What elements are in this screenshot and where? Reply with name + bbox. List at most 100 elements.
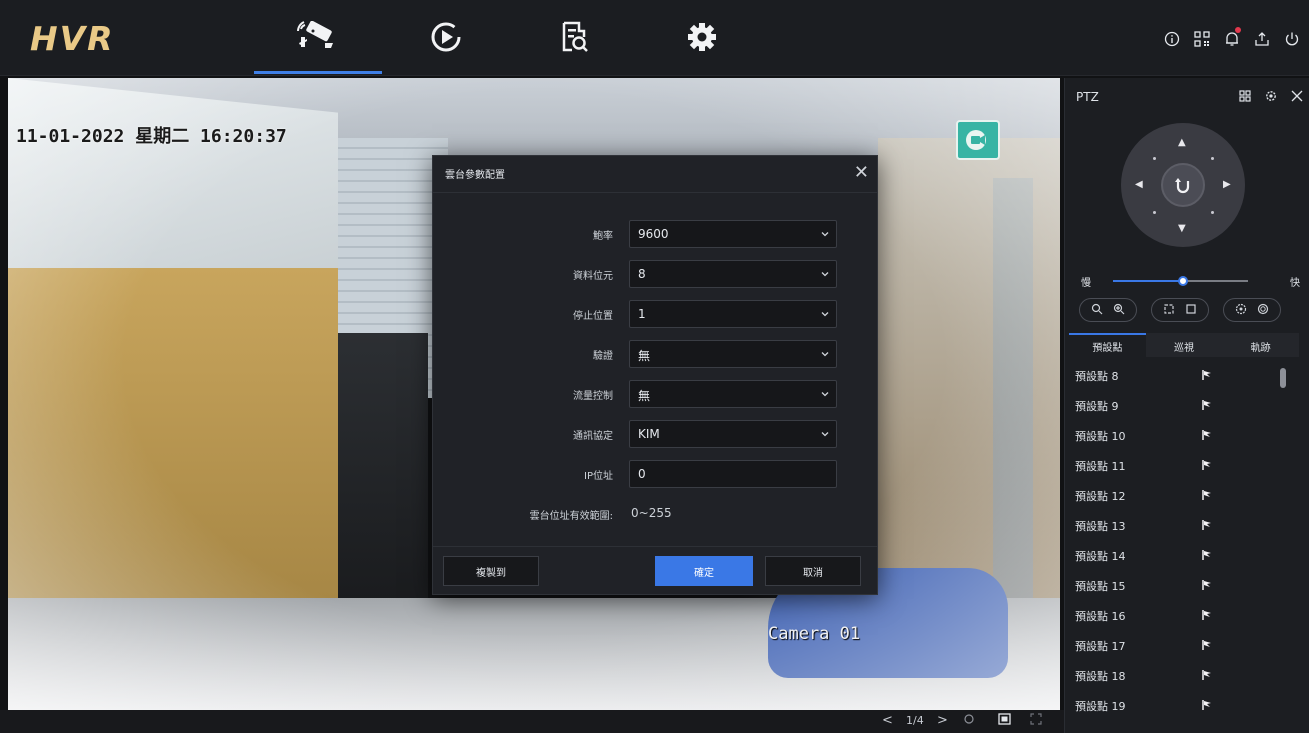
preset-scrollbar[interactable]	[1280, 368, 1286, 388]
ptz-tabs: 預設點 巡視 軌跡	[1069, 333, 1299, 357]
flag-icon[interactable]	[1201, 579, 1213, 591]
up-arrow-icon[interactable]: ▲	[1178, 137, 1186, 148]
flag-icon[interactable]	[1201, 639, 1213, 651]
list-item[interactable]: 預設點 19	[1069, 690, 1279, 720]
chevron-down-icon	[821, 352, 829, 357]
power-icon[interactable]	[1281, 28, 1303, 50]
field-label: 資料位元	[573, 271, 613, 282]
flag-icon[interactable]	[1201, 699, 1213, 711]
field-label: 鮑率	[593, 231, 613, 242]
form-row-range: 雲台位址有效範圍: 0~255	[433, 500, 877, 528]
flag-icon[interactable]	[1201, 399, 1213, 411]
cancel-button[interactable]: 取消	[765, 556, 861, 586]
next-page-icon[interactable]: >	[937, 713, 948, 728]
export-icon[interactable]	[1251, 28, 1273, 50]
preset-label: 預設點 17	[1075, 640, 1126, 653]
parity-select[interactable]: 無	[629, 340, 837, 368]
auto-scan-button[interactable]	[1161, 163, 1205, 207]
flag-icon[interactable]	[1201, 459, 1213, 471]
speed-slow-label: 慢	[1081, 278, 1091, 289]
field-label: 流量控制	[573, 391, 613, 402]
fullscreen-icon[interactable]	[1030, 713, 1042, 729]
up-right-button[interactable]	[1211, 157, 1214, 160]
preset-label: 預設點 12	[1075, 490, 1126, 503]
preset-label: 預設點 10	[1075, 430, 1126, 443]
flag-icon[interactable]	[1201, 549, 1213, 561]
osd-camera-label: Camera 01	[768, 624, 861, 644]
flag-icon[interactable]	[1201, 669, 1213, 681]
list-item[interactable]: 預設點 10	[1069, 420, 1279, 450]
ptz-settings-icon[interactable]	[1265, 90, 1277, 102]
flag-icon[interactable]	[1201, 369, 1213, 381]
tab-pattern[interactable]: 軌跡	[1222, 333, 1299, 357]
list-item[interactable]: 預設點 12	[1069, 480, 1279, 510]
focus-far-icon[interactable]	[1185, 303, 1197, 318]
copy-to-button[interactable]: 複製到	[443, 556, 539, 586]
loop-icon[interactable]	[963, 713, 975, 729]
field-value: 0	[638, 467, 646, 481]
protocol-select[interactable]: KIM	[629, 420, 837, 448]
preset-list: 預設點 8 預設點 9 預設點 10 預設點 11 預設點 12 預設點 13 …	[1069, 360, 1295, 730]
speed-slider[interactable]	[1113, 276, 1248, 286]
speed-slider-row: 慢 快	[1079, 274, 1300, 289]
data-bits-select[interactable]: 8	[629, 260, 837, 288]
tab-patrol[interactable]: 巡視	[1146, 333, 1223, 357]
down-left-button[interactable]	[1153, 211, 1156, 214]
tab-presets[interactable]: 預設點	[1069, 333, 1146, 357]
flow-control-select[interactable]: 無	[629, 380, 837, 408]
stop-bit-select[interactable]: 1	[629, 300, 837, 328]
list-item[interactable]: 預設點 18	[1069, 660, 1279, 690]
down-arrow-icon[interactable]: ▼	[1178, 223, 1186, 234]
tab-live-view[interactable]	[254, 0, 382, 74]
flag-icon[interactable]	[1201, 489, 1213, 501]
iris-pill	[1223, 298, 1281, 322]
right-arrow-icon[interactable]: ▶	[1223, 179, 1231, 190]
zoom-in-icon[interactable]	[1113, 303, 1125, 318]
preset-label: 預設點 13	[1075, 520, 1126, 533]
bell-icon[interactable]	[1221, 27, 1243, 50]
speed-fast-label: 快	[1290, 278, 1300, 289]
close-icon[interactable]: ✕	[854, 162, 869, 183]
speed-slider-handle[interactable]	[1178, 276, 1189, 286]
tab-settings[interactable]	[638, 0, 766, 74]
baud-rate-select[interactable]: 9600	[629, 220, 837, 248]
address-input[interactable]: 0	[629, 460, 837, 488]
up-left-button[interactable]	[1153, 157, 1156, 160]
close-icon[interactable]	[1291, 90, 1303, 102]
flag-icon[interactable]	[1201, 429, 1213, 441]
top-bar: HVR	[0, 0, 1309, 76]
flag-icon[interactable]	[1201, 609, 1213, 621]
list-item[interactable]: 預設點 17	[1069, 630, 1279, 660]
left-arrow-icon[interactable]: ◀	[1135, 179, 1143, 190]
tab-playback[interactable]	[382, 0, 510, 74]
list-item[interactable]: 預設點 15	[1069, 570, 1279, 600]
field-value: KIM	[638, 427, 660, 441]
grid-icon[interactable]	[1239, 90, 1251, 102]
focus-near-icon[interactable]	[1163, 303, 1175, 318]
ok-button[interactable]: 確定	[655, 556, 753, 586]
qr-icon[interactable]	[1191, 28, 1213, 50]
prev-page-icon[interactable]: <	[882, 713, 893, 728]
layout-icon[interactable]	[998, 713, 1011, 729]
camera-icon	[297, 20, 333, 48]
list-item[interactable]: 預設點 9	[1069, 390, 1279, 420]
preset-label: 預設點 18	[1075, 670, 1126, 683]
info-icon[interactable]	[1161, 28, 1183, 50]
down-right-button[interactable]	[1211, 211, 1214, 214]
field-label: IP位址	[584, 471, 613, 482]
field-label: 停止位置	[573, 311, 613, 322]
zoom-out-icon[interactable]	[1091, 303, 1103, 318]
list-item[interactable]: 預設點 14	[1069, 540, 1279, 570]
list-item[interactable]: 預設點 13	[1069, 510, 1279, 540]
field-value: 無	[638, 349, 651, 363]
iris-close-icon[interactable]	[1235, 303, 1247, 318]
iris-open-icon[interactable]	[1257, 303, 1269, 318]
list-item[interactable]: 預設點 8	[1069, 360, 1279, 390]
flag-icon[interactable]	[1201, 519, 1213, 531]
preset-label: 預設點 19	[1075, 700, 1126, 713]
list-item[interactable]: 預設點 11	[1069, 450, 1279, 480]
list-item[interactable]: 預設點 16	[1069, 600, 1279, 630]
tab-search[interactable]	[510, 0, 638, 74]
ptz-direction-pad: ▲ ▼ ◀ ▶	[1121, 123, 1245, 247]
field-label: 通訊協定	[573, 431, 613, 442]
